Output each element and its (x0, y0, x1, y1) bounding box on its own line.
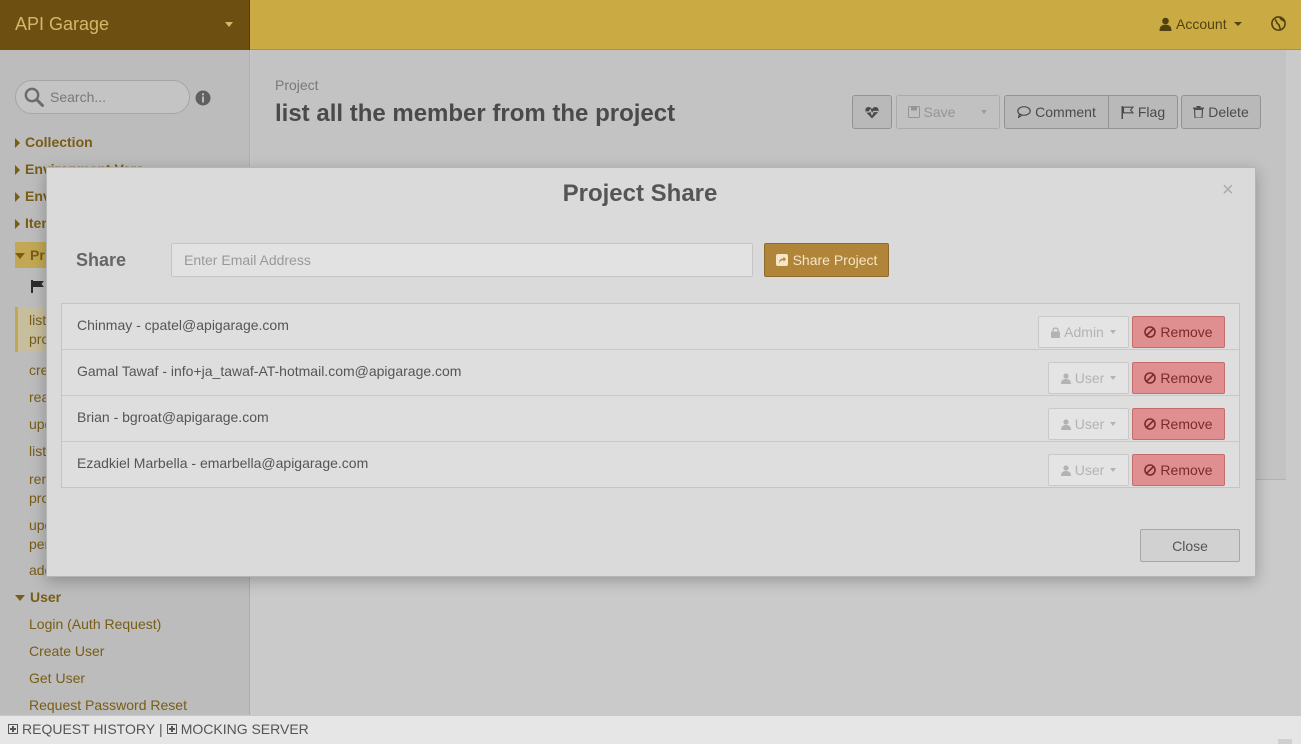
close-icon[interactable]: × (1222, 180, 1234, 200)
caret-down-icon (1109, 330, 1116, 334)
scrollbar-handle[interactable] (1278, 739, 1292, 744)
member-row: Gamal Tawaf - info+ja_tawaf-AT-hotmail.c… (62, 350, 1239, 396)
remove-member-button[interactable]: Remove (1132, 408, 1225, 440)
member-row: Brian - bgroat@apigarage.com User Remove (62, 396, 1239, 442)
caret-down-icon (1110, 376, 1117, 380)
member-row: Chinmay - cpatel@apigarage.com Admin Rem… (62, 304, 1239, 350)
ban-icon (1144, 418, 1157, 430)
close-button[interactable]: Close (1140, 529, 1240, 562)
share-icon (775, 254, 788, 266)
role-dropdown[interactable]: User (1048, 454, 1129, 486)
request-history-link[interactable]: REQUEST HISTORY (22, 721, 155, 737)
plus-square-icon (8, 724, 18, 734)
remove-member-button[interactable]: Remove (1132, 454, 1225, 486)
remove-member-button[interactable]: Remove (1132, 316, 1225, 348)
modal-title: Project Share (562, 180, 718, 207)
member-name-email: Ezadkiel Marbella - emarbella@apigarage.… (77, 455, 369, 471)
share-label: Share (76, 250, 127, 270)
user-icon (1060, 464, 1071, 476)
member-list: Chinmay - cpatel@apigarage.com Admin Rem… (61, 303, 1240, 488)
ban-icon (1144, 372, 1157, 384)
role-dropdown[interactable]: Admin (1038, 316, 1129, 348)
caret-down-icon (1110, 422, 1117, 426)
ban-icon (1144, 464, 1157, 476)
role-dropdown[interactable]: User (1048, 362, 1129, 394)
remove-member-button[interactable]: Remove (1132, 362, 1225, 394)
ban-icon (1144, 326, 1157, 338)
footer-separator: | (159, 721, 163, 737)
user-icon (1060, 372, 1071, 384)
lock-icon (1051, 326, 1061, 338)
share-project-button[interactable]: Share Project (764, 243, 889, 277)
footer-links: REQUEST HISTORY | MOCKING SERVER (8, 721, 309, 737)
mocking-server-link[interactable]: MOCKING SERVER (181, 721, 309, 737)
member-name-email: Chinmay - cpatel@apigarage.com (77, 317, 289, 333)
member-row: Ezadkiel Marbella - emarbella@apigarage.… (62, 442, 1239, 488)
role-dropdown[interactable]: User (1048, 408, 1129, 440)
member-name-email: Gamal Tawaf - info+ja_tawaf-AT-hotmail.c… (77, 363, 462, 379)
user-icon (1060, 418, 1071, 430)
caret-down-icon (1110, 468, 1117, 472)
member-name-email: Brian - bgroat@apigarage.com (77, 409, 269, 425)
plus-square-icon (166, 724, 177, 734)
email-field[interactable] (171, 243, 753, 277)
